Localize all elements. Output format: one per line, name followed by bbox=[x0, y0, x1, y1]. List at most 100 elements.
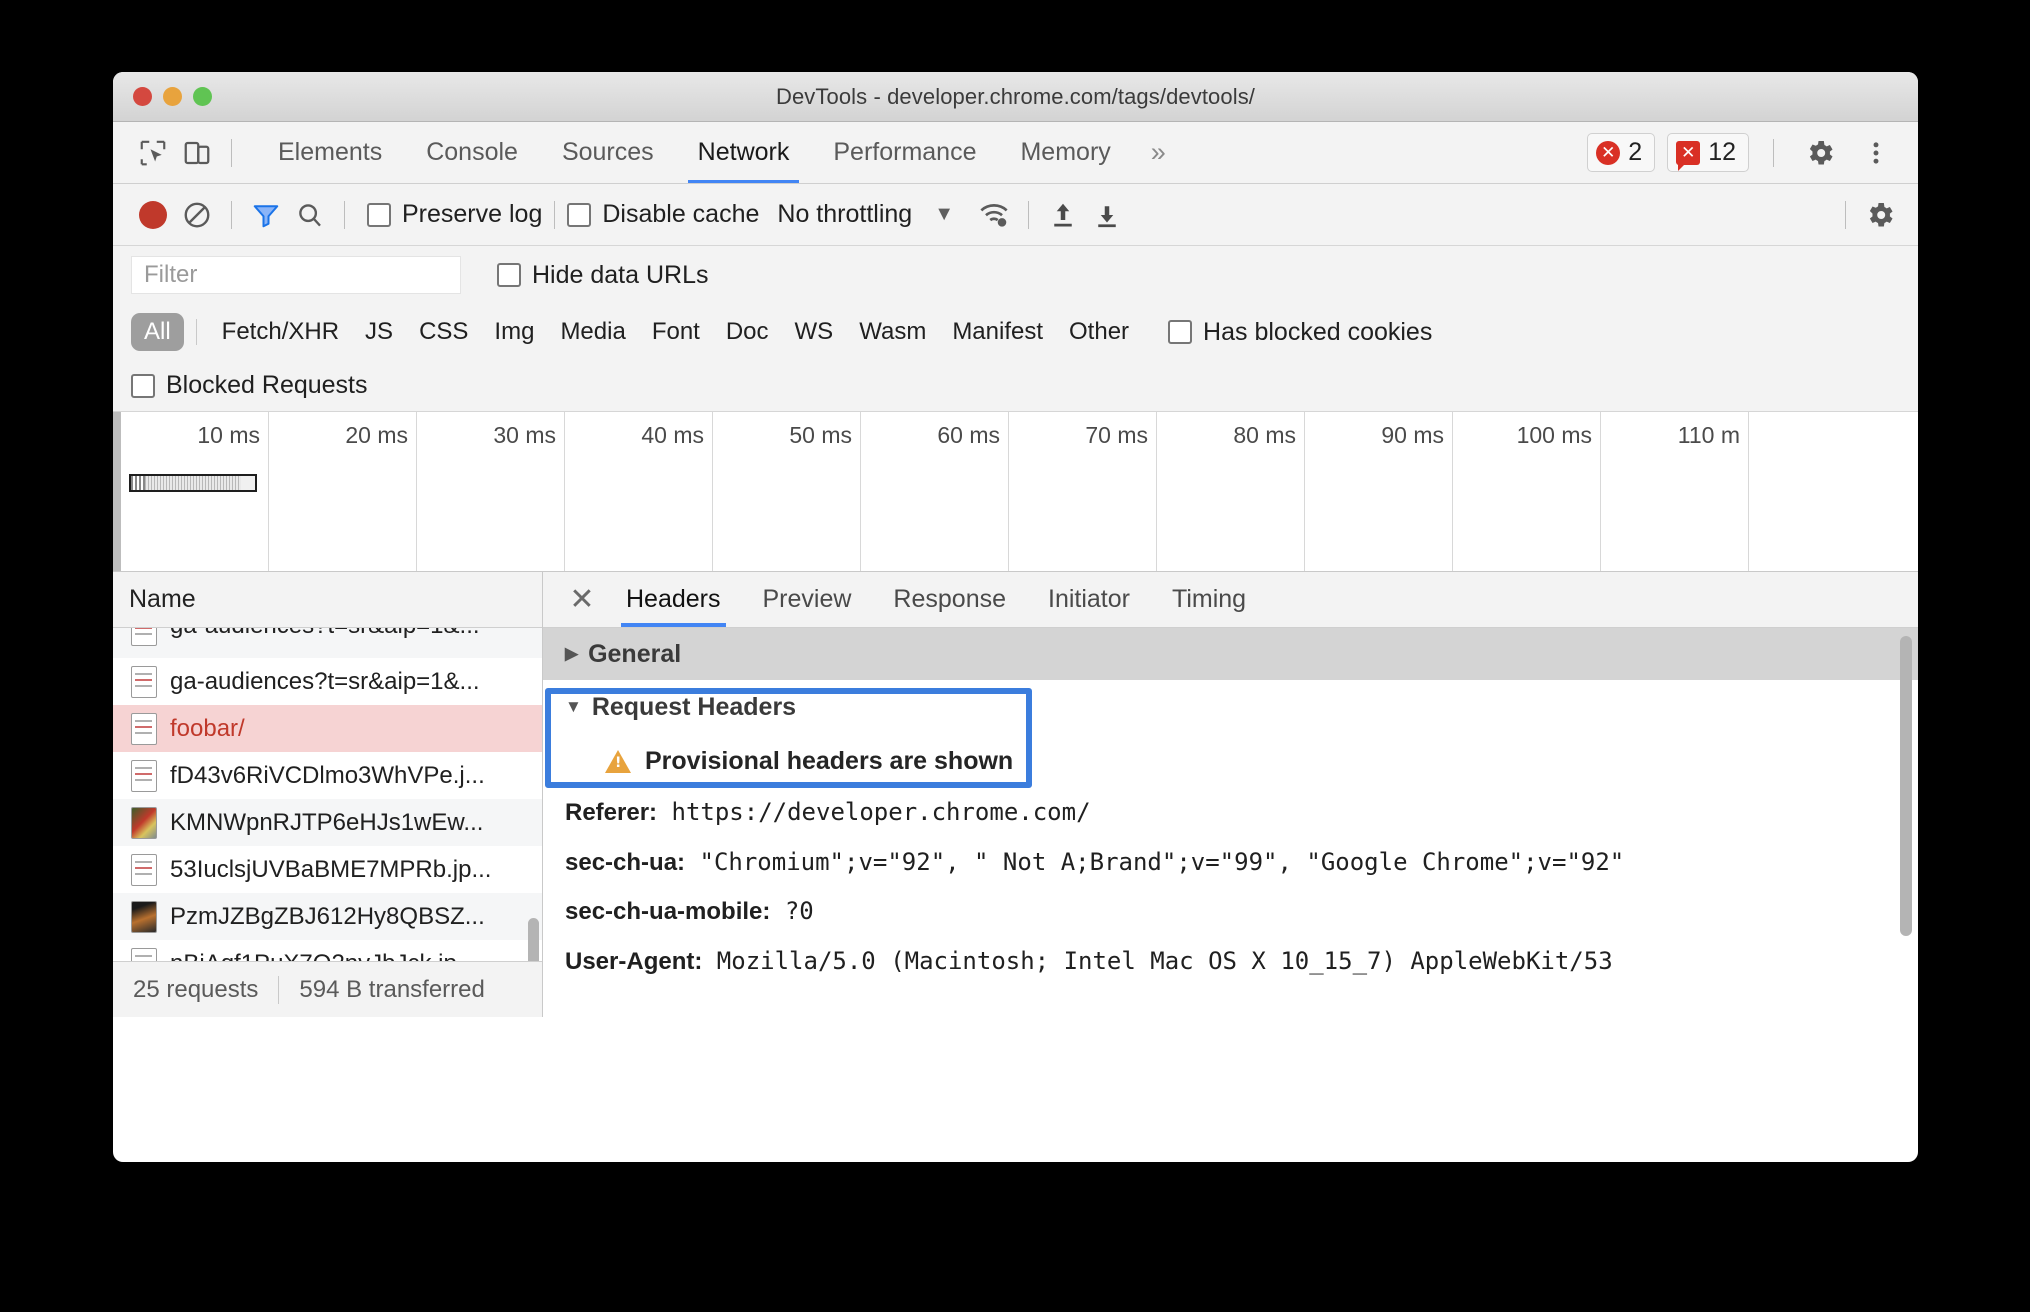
type-filter-ws[interactable]: WS bbox=[782, 313, 847, 351]
type-filter-doc[interactable]: Doc bbox=[713, 313, 782, 351]
tab-initiator[interactable]: Initiator bbox=[1027, 572, 1151, 627]
table-row[interactable]: ga-audiences?t=sr&aip=1&... bbox=[113, 628, 542, 658]
type-filter-media[interactable]: Media bbox=[547, 313, 638, 351]
tab-network[interactable]: Network bbox=[676, 123, 812, 183]
type-filter-fetch-xhr[interactable]: Fetch/XHR bbox=[209, 313, 352, 351]
type-filter-manifest[interactable]: Manifest bbox=[939, 313, 1056, 351]
toolbar-divider-5 bbox=[1845, 200, 1846, 229]
network-status-bar: 25 requests 594 B transferred bbox=[113, 961, 542, 1017]
table-row[interactable]: fD43v6RiVCDlmo3WhVPe.j... bbox=[113, 752, 542, 799]
hide-data-urls-box[interactable] bbox=[497, 263, 521, 287]
preserve-log-box[interactable] bbox=[367, 202, 391, 227]
network-conditions-icon[interactable] bbox=[972, 193, 1016, 237]
import-har-icon[interactable] bbox=[1041, 193, 1085, 237]
more-options-kebab-icon[interactable] bbox=[1854, 131, 1898, 175]
hide-data-urls-checkbox[interactable]: Hide data URLs bbox=[497, 261, 708, 290]
record-button[interactable] bbox=[131, 193, 175, 237]
tab-sources[interactable]: Sources bbox=[540, 123, 676, 183]
overview-tick: 80 ms bbox=[1233, 422, 1296, 448]
devtools-tabbar: Elements Console Sources Network Perform… bbox=[113, 122, 1918, 184]
request-rows: ga-audiences?t=sr&aip=1&... ga-audiences… bbox=[113, 628, 542, 961]
table-row[interactable]: 53IuclsjUVBaBME7MPRb.jp... bbox=[113, 846, 542, 893]
header-name: sec-ch-ua-mobile: bbox=[565, 898, 771, 926]
overview-cell: 30 ms bbox=[417, 412, 565, 571]
tab-elements[interactable]: Elements bbox=[256, 123, 404, 183]
overview-cell: 110 m bbox=[1601, 412, 1749, 571]
preserve-log-label: Preserve log bbox=[402, 200, 543, 228]
tab-preview[interactable]: Preview bbox=[742, 572, 873, 627]
type-filter-js[interactable]: JS bbox=[352, 313, 406, 351]
disable-cache-label: Disable cache bbox=[602, 200, 760, 228]
filter-input[interactable]: Filter bbox=[131, 256, 461, 294]
overview-cell: 20 ms bbox=[269, 412, 417, 571]
clear-button[interactable] bbox=[175, 193, 219, 237]
throttling-select[interactable]: No throttling bbox=[777, 200, 912, 229]
more-panels-icon[interactable]: » bbox=[1133, 137, 1184, 168]
type-filter-other[interactable]: Other bbox=[1056, 313, 1142, 351]
toggle-device-toolbar-icon[interactable] bbox=[175, 131, 219, 175]
tab-timing[interactable]: Timing bbox=[1151, 572, 1267, 627]
network-overview[interactable]: 10 ms 20 ms 30 ms 40 ms 50 ms 60 ms 70 m… bbox=[113, 412, 1918, 572]
document-icon bbox=[131, 665, 157, 698]
network-settings-gear-icon[interactable] bbox=[1858, 193, 1902, 237]
tab-response[interactable]: Response bbox=[872, 572, 1027, 627]
table-row[interactable]: KMNWpnRJTP6eHJs1wEw... bbox=[113, 799, 542, 846]
overview-tick: 20 ms bbox=[345, 422, 408, 448]
table-row[interactable]: ga-audiences?t=sr&aip=1&... bbox=[113, 658, 542, 705]
table-row[interactable]: PzmJZBgZBJ612Hy8QBSZ... bbox=[113, 893, 542, 940]
error-count-badge[interactable]: ✕ 2 bbox=[1587, 133, 1656, 172]
request-name: fD43v6RiVCDlmo3WhVPe.j... bbox=[170, 761, 485, 789]
table-row[interactable]: foobar/ bbox=[113, 705, 542, 752]
type-filter-all[interactable]: All bbox=[131, 313, 184, 351]
has-blocked-cookies-label: Has blocked cookies bbox=[1203, 317, 1433, 346]
overview-tick: 70 ms bbox=[1085, 422, 1148, 448]
request-headers-section-label: Request Headers bbox=[591, 692, 797, 721]
type-filter-font[interactable]: Font bbox=[639, 313, 713, 351]
network-toolbar: Preserve log Disable cache No throttling… bbox=[113, 184, 1918, 246]
disable-cache-checkbox[interactable]: Disable cache bbox=[567, 200, 759, 229]
tab-performance[interactable]: Performance bbox=[811, 123, 998, 183]
header-value: https://developer.chrome.com/ bbox=[671, 798, 1091, 826]
overview-tick: 40 ms bbox=[641, 422, 704, 448]
has-blocked-cookies-checkbox[interactable]: Has blocked cookies bbox=[1168, 318, 1432, 347]
window-titlebar: DevTools - developer.chrome.com/tags/dev… bbox=[113, 72, 1918, 122]
type-filter-img[interactable]: Img bbox=[481, 313, 547, 351]
header-name: sec-ch-ua: bbox=[565, 848, 686, 876]
issue-count-badge[interactable]: ✕ 12 bbox=[1667, 133, 1749, 172]
overview-tick: 110 m bbox=[1677, 422, 1740, 448]
request-list-column-header[interactable]: Name bbox=[113, 572, 542, 628]
issue-count-label: 12 bbox=[1708, 138, 1736, 166]
inspect-element-icon[interactable] bbox=[131, 131, 175, 175]
error-count-label: 2 bbox=[1628, 138, 1643, 166]
blocked-requests-box[interactable] bbox=[131, 373, 155, 398]
chevron-right-icon: ▶ bbox=[565, 644, 579, 663]
error-circle-icon: ✕ bbox=[1596, 140, 1621, 165]
header-row: sec-ch-ua-mobile: ?0 bbox=[543, 887, 1918, 937]
type-filter-wasm[interactable]: Wasm bbox=[846, 313, 939, 351]
overview-tick: 100 ms bbox=[1516, 422, 1592, 448]
tab-console[interactable]: Console bbox=[404, 123, 540, 183]
requests-count-label: 25 requests bbox=[133, 975, 259, 1003]
settings-gear-icon[interactable] bbox=[1798, 131, 1842, 175]
request-headers-section-header[interactable]: ▼ Request Headers bbox=[543, 680, 1918, 734]
headers-content: ▶ General ▼ Request Headers Provisional … bbox=[543, 628, 1918, 1017]
general-section-header[interactable]: ▶ General bbox=[543, 628, 1918, 680]
disable-cache-box[interactable] bbox=[567, 202, 592, 227]
overview-gutter bbox=[113, 412, 121, 571]
close-icon[interactable]: ✕ bbox=[559, 584, 605, 615]
type-filter-css[interactable]: CSS bbox=[406, 313, 481, 351]
table-row[interactable]: nBjAqf1PuX7O2nvJbJck.jp... bbox=[113, 940, 542, 961]
screenshot-root: DevTools - developer.chrome.com/tags/dev… bbox=[0, 0, 2030, 1312]
chevron-down-icon[interactable]: ▼ bbox=[934, 203, 954, 226]
has-blocked-cookies-box[interactable] bbox=[1168, 320, 1193, 344]
export-har-icon[interactable] bbox=[1085, 193, 1129, 237]
blocked-requests-checkbox[interactable]: Blocked Requests bbox=[131, 371, 368, 400]
filter-funnel-icon[interactable] bbox=[244, 193, 288, 237]
tab-memory[interactable]: Memory bbox=[998, 123, 1132, 183]
detail-scrollbar[interactable] bbox=[1900, 636, 1912, 936]
request-list-scrollbar[interactable] bbox=[528, 918, 539, 961]
overview-cell: 90 ms bbox=[1305, 412, 1453, 571]
preserve-log-checkbox[interactable]: Preserve log bbox=[367, 200, 542, 229]
tab-headers[interactable]: Headers bbox=[605, 572, 742, 627]
search-icon[interactable] bbox=[288, 193, 332, 237]
